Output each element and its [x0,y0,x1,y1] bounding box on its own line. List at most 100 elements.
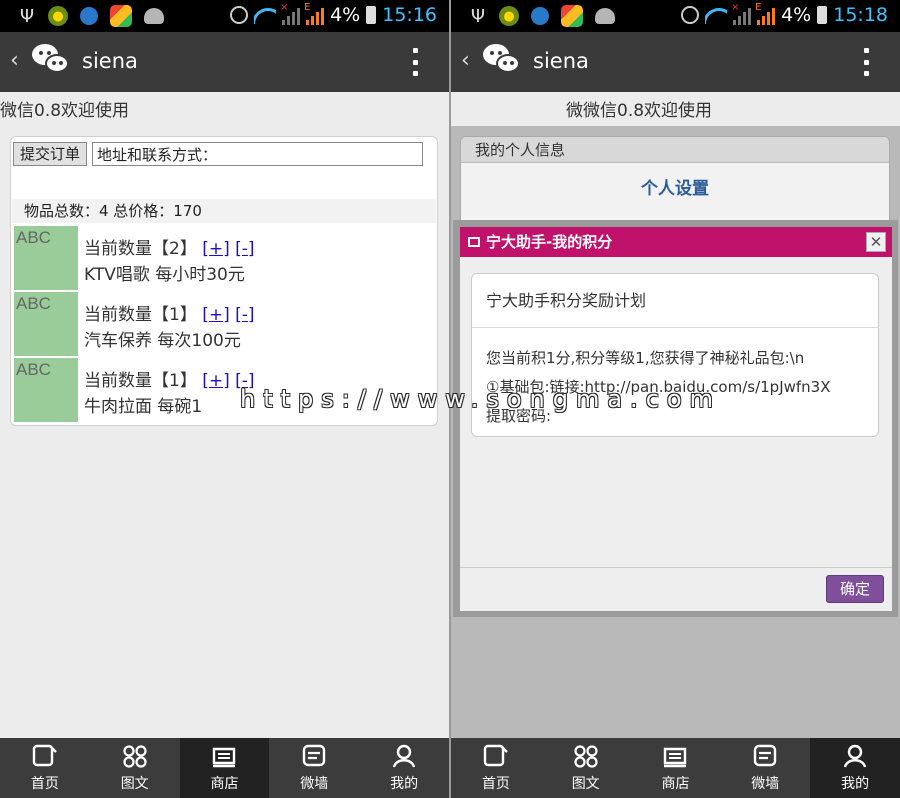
list-item: ABC 当前数量【2】 [+] [-] KTV唱歌 每小时30元 [14,226,434,290]
points-dialog: 宁大助手-我的积分 ✕ 宁大助手积分奖励计划 您当前积1分,积分等级1,您获得了… [460,227,892,611]
signal-icon: × [280,2,301,25]
nav-shop[interactable]: 商店 [631,738,721,798]
close-icon[interactable]: ✕ [866,232,886,252]
welcome-text: 微信0.8欢迎使用 [0,101,130,121]
dialog-header: 宁大助手-我的积分 [460,227,892,257]
clock: 15:16 [382,4,437,26]
nav-wall[interactable]: 微墙 [269,738,359,798]
shop-icon [213,747,236,768]
item-description: 牛肉拉面 每碗1 [84,397,203,417]
profile-card: 我的个人信息 个人设置 [460,136,890,226]
home-icon [483,744,508,767]
battery-icon [817,6,828,24]
list-item: ABC 当前数量【1】 [+] [-] 汽车保养 每次100元 [14,292,434,356]
battery-percent: 4% [330,4,361,26]
usb-icon: Ψ [19,5,35,27]
wall-icon [754,744,777,767]
nav-home-label: 首页 [30,776,59,792]
item-quantity: 当前数量【1】 [84,305,197,325]
signal-e-icon: E [755,2,776,25]
decrease-link[interactable]: [-] [235,239,254,259]
increase-link[interactable]: [+] [202,371,230,391]
qq-icon [531,7,549,25]
nav-shop-label: 商店 [661,776,690,792]
item-description: 汽车保养 每次100元 [84,331,241,351]
personal-settings-button[interactable]: 个人设置 [461,163,889,215]
home-icon [32,744,57,767]
item-quantity: 当前数量【2】 [84,239,197,259]
nav-graphics[interactable]: 图文 [90,738,180,798]
chat-title: siena [82,49,138,73]
back-icon[interactable]: ‹ [10,48,19,73]
wifi-icon [254,6,276,24]
app-notification-icon: ● [499,6,519,26]
item-description: KTV唱歌 每小时30元 [84,265,245,285]
app-icon [561,5,583,27]
item-quantity: 当前数量【1】 [84,371,197,391]
nav-home-label: 首页 [481,776,510,792]
action-bar: ‹ siena [0,32,449,92]
qq-icon [80,7,98,25]
battery-percent: 4% [781,4,812,26]
nav-home[interactable]: 首页 [0,738,90,798]
signal-icon: × [731,2,752,25]
nav-me[interactable]: 我的 [359,738,449,798]
increase-link[interactable]: [+] [202,239,230,259]
overflow-menu-icon[interactable] [413,48,419,76]
content-title: 宁大助手积分奖励计划 [472,274,878,328]
alarm-icon [230,6,249,24]
action-bar: ‹ siena [451,32,900,92]
status-bar: Ψ ● × E 4% 15:18 [451,0,900,32]
nav-me-label: 我的 [390,776,419,792]
item-quantity-row: 当前数量【2】 [+] [-] [84,234,255,259]
wifi-icon [705,6,727,24]
signal-e-icon: E [304,2,325,25]
overflow-menu-icon[interactable] [864,48,870,76]
increase-link[interactable]: [+] [202,305,230,325]
item-quantity-row: 当前数量【1】 [+] [-] [84,300,255,325]
back-icon[interactable]: ‹ [461,48,470,73]
nav-me-label: 我的 [841,776,870,792]
nav-graphics-label: 图文 [120,776,149,792]
dialog-title: 宁大助手-我的积分 [486,233,613,251]
android-icon [144,8,164,24]
user-icon [392,744,416,768]
grid-icon [574,745,598,768]
nav-home[interactable]: 首页 [451,738,541,798]
dialog-frame: 宁大助手-我的积分 ✕ 宁大助手积分奖励计划 您当前积1分,积分等级1,您获得了… [453,220,898,617]
battery-icon [366,6,377,24]
cart-panel: 提交订单 物品总数：4 总价格：170 ABC 当前数量【2】 [+] [-] … [10,136,438,426]
confirm-button[interactable]: 确定 [826,575,884,603]
nav-wall-label: 微墙 [751,776,780,792]
alarm-icon [681,6,700,24]
profile-card-header: 我的个人信息 [461,137,889,163]
status-bar: Ψ ● × E 4% 15:16 [0,0,449,32]
nav-wall[interactable]: 微墙 [720,738,810,798]
android-icon [595,8,615,24]
app-icon [110,5,132,27]
content-line: 您当前积1分,积分等级1,您获得了神秘礼品包:\n [486,349,805,367]
chat-title: siena [533,49,589,73]
shop-icon [664,747,687,768]
bottom-nav: 首页 图文 商店 微墙 我的 [451,738,900,798]
grid-icon [123,745,147,768]
address-input[interactable] [92,142,423,166]
wall-icon [303,744,326,767]
item-image: ABC [14,226,78,290]
nav-shop-label: 商店 [210,776,239,792]
item-image: ABC [14,292,78,356]
wechat-icon [483,44,521,78]
submit-order-button[interactable]: 提交订单 [13,142,87,166]
nav-me[interactable]: 我的 [810,738,900,798]
nav-wall-label: 微墙 [300,776,329,792]
dialog-footer: 确定 [460,567,892,611]
decrease-link[interactable]: [-] [235,305,254,325]
clock: 15:18 [833,4,888,26]
nav-graphics[interactable]: 图文 [541,738,631,798]
nav-shop[interactable]: 商店 [179,738,270,798]
window-icon [468,237,480,247]
wechat-icon [32,44,70,78]
watermark-text: https://www.songma.com [240,385,721,413]
nav-graphics-label: 图文 [571,776,600,792]
bottom-nav: 首页 图文 商店 微墙 我的 [0,738,449,798]
